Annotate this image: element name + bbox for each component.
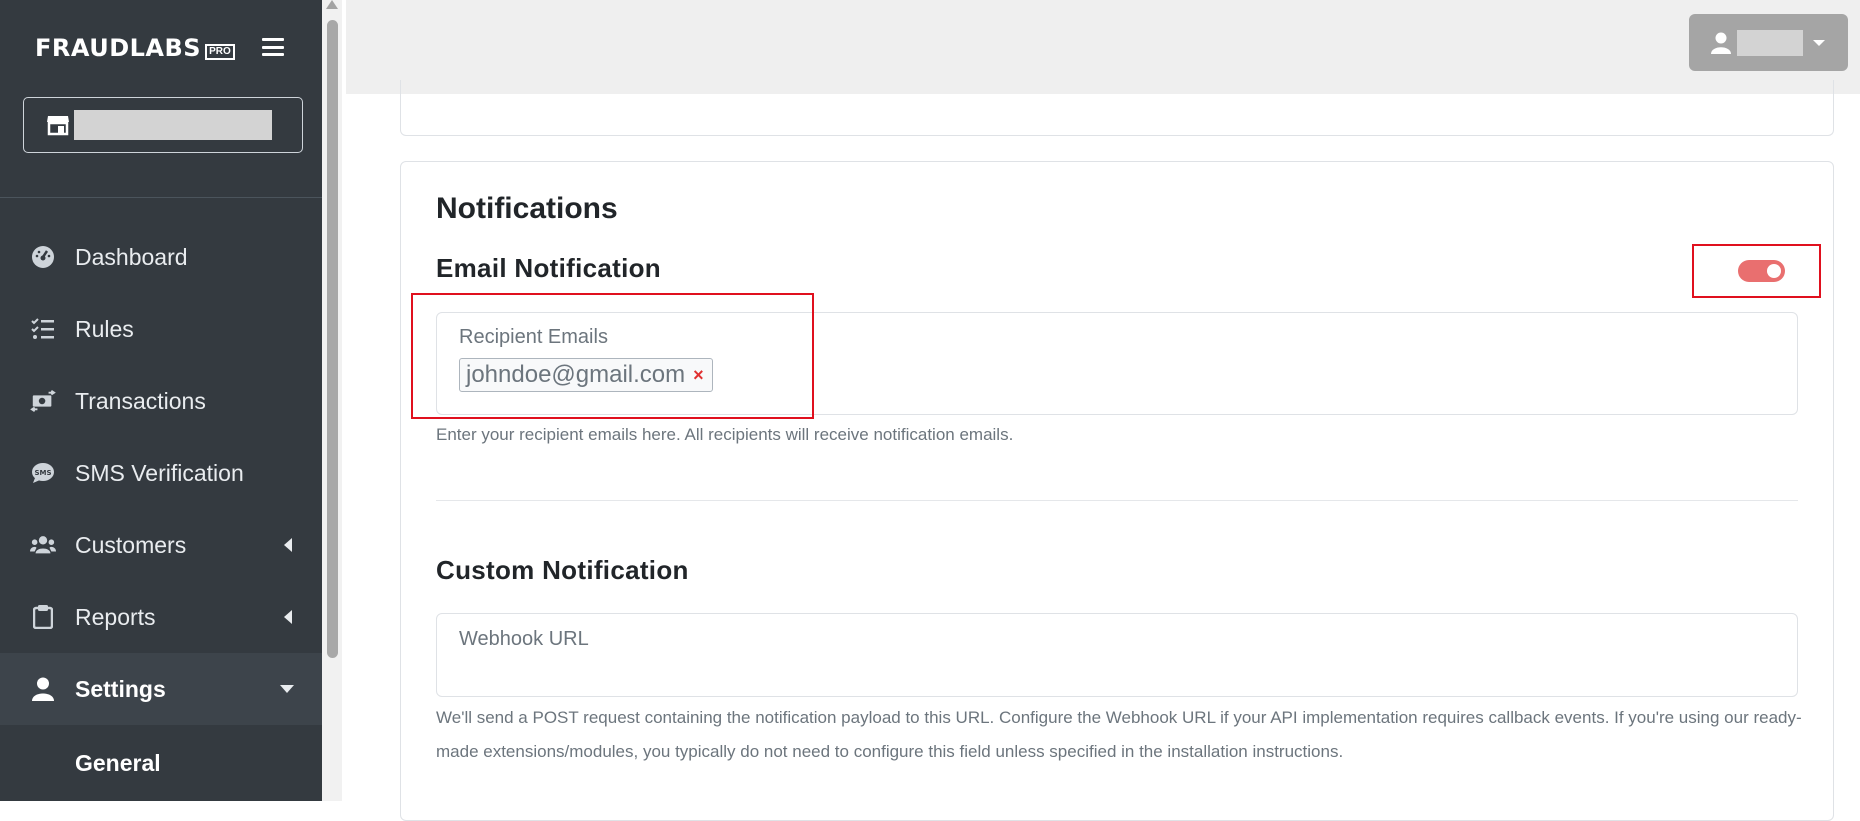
brand-name: FRAUDLABS [35,34,202,62]
sidebar-divider [0,197,322,198]
sidebar-item-reports[interactable]: Reports [0,581,322,653]
webhook-url-help: We'll send a POST request containing the… [436,708,1802,761]
chevron-left-icon [284,538,292,552]
sidebar-item-sms-verification[interactable]: SMS SMS Verification [0,437,322,509]
store-icon [47,116,69,136]
webhook-url-label: Webhook URL [459,628,589,650]
previous-section-card [400,80,1834,136]
clipboard-icon [30,604,56,630]
sidebar-item-label: SMS Verification [75,459,244,486]
user-icon [1711,32,1731,54]
sidebar: FRAUDLABS PRO Dashboard Rules Transactio… [0,0,322,801]
store-name-redacted [74,110,272,140]
store-selector[interactable] [23,97,303,153]
sidebar-item-label: Dashboard [75,243,188,270]
sidebar-item-settings[interactable]: Settings [0,653,322,725]
hamburger-menu-icon[interactable] [262,38,284,56]
user-name-redacted [1737,29,1803,56]
recipient-emails-help: Enter your recipient emails here. All re… [436,425,1014,444]
chevron-left-icon [284,610,292,624]
sidebar-subitem-general[interactable]: General [0,727,322,799]
sidebar-item-label: Settings [75,675,166,702]
sidebar-item-customers[interactable]: Customers [0,509,322,581]
email-notification-toggle[interactable] [1738,260,1785,282]
checklist-icon [30,316,56,342]
scroll-thumb[interactable] [327,20,338,658]
scroll-up-arrow-icon[interactable] [326,0,338,9]
brand-logo[interactable]: FRAUDLABS PRO [35,30,235,66]
sidebar-item-label: Rules [75,315,134,342]
user-icon [30,676,56,702]
sidebar-item-label: Transactions [75,387,206,414]
highlight-frame [411,293,814,419]
money-transfer-icon [30,388,56,414]
section-title: Notifications [436,192,618,225]
users-icon [30,532,56,558]
sidebar-item-label: Reports [75,603,156,630]
section-divider [436,500,1798,501]
toggle-knob [1767,264,1781,278]
custom-notification-title: Custom Notification [436,555,689,585]
dashboard-gauge-icon [30,244,56,270]
user-menu-button[interactable] [1689,14,1848,71]
sms-bubble-icon: SMS [30,460,56,486]
email-notification-title: Email Notification [436,253,661,283]
sidebar-item-dashboard[interactable]: Dashboard [0,221,322,293]
sidebar-item-label: Customers [75,531,187,558]
brand-badge: PRO [205,44,235,60]
sidebar-scrollbar[interactable] [322,0,342,801]
chevron-down-icon [280,685,294,693]
svg-text:SMS: SMS [34,469,51,477]
caret-down-icon [1813,39,1825,46]
sidebar-item-transactions[interactable]: Transactions [0,365,322,437]
webhook-url-field[interactable]: Webhook URL [436,613,1798,697]
sidebar-item-rules[interactable]: Rules [0,293,322,365]
